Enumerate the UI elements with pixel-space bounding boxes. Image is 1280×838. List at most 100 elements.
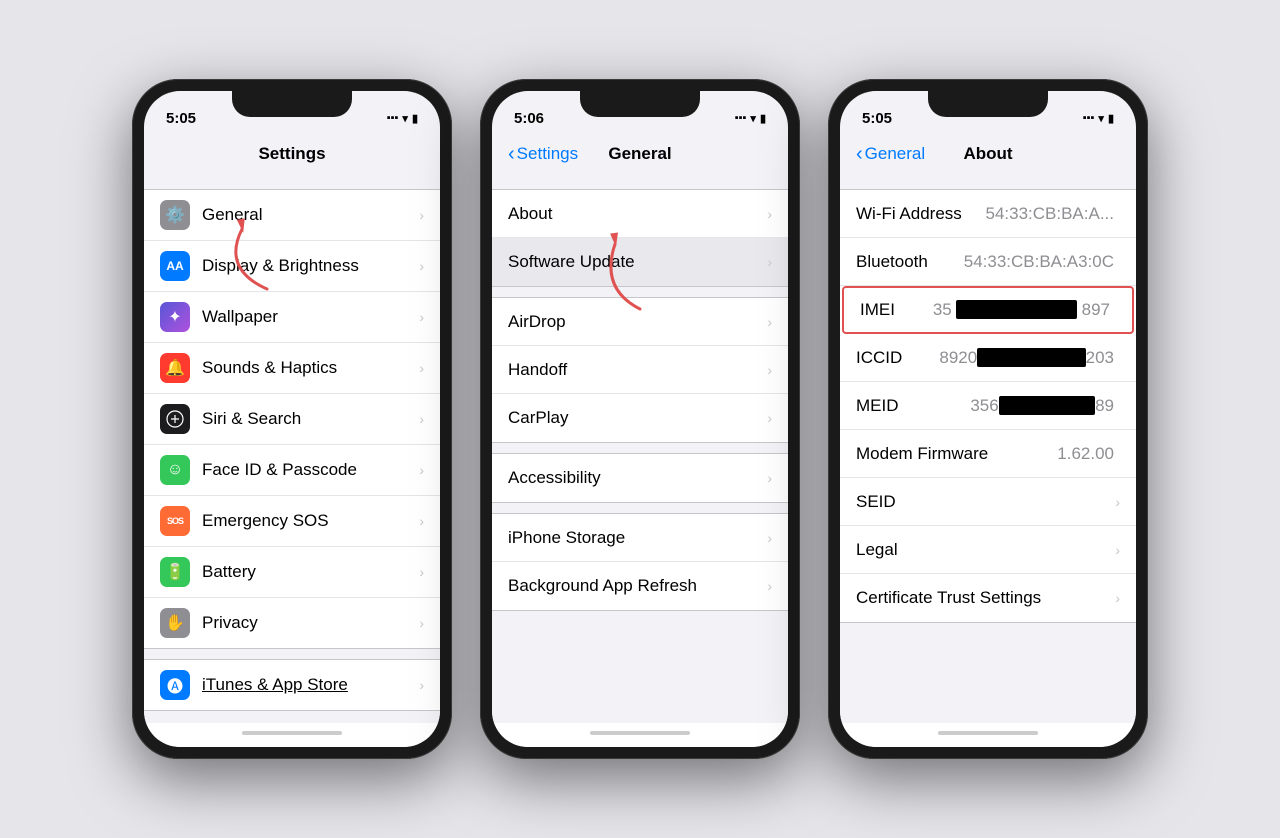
nav-bar-1: Settings (144, 135, 440, 179)
storage-chevron: › (767, 530, 772, 546)
carplay-label: CarPlay (508, 408, 767, 428)
bluetooth-label: Bluetooth (856, 252, 964, 272)
nav-title-2: General (608, 144, 671, 164)
settings-item-general[interactable]: ⚙️ General › (144, 190, 440, 241)
list-group-general-3: Accessibility › (492, 453, 788, 503)
privacy-icon: ✋ (160, 608, 190, 638)
settings-item-siri[interactable]: Siri & Search › (144, 394, 440, 445)
airdrop-chevron: › (767, 314, 772, 330)
siri-label: Siri & Search (202, 409, 419, 429)
sos-label: Emergency SOS (202, 511, 419, 531)
settings-item-battery[interactable]: 🔋 Battery › (144, 547, 440, 598)
settings-item-itunes[interactable]: 🅐 iTunes & App Store › (144, 660, 440, 710)
notch-1 (232, 91, 352, 117)
sounds-icon: 🔔 (160, 353, 190, 383)
handoff-label: Handoff (508, 360, 767, 380)
home-bar-3 (938, 731, 1038, 735)
about-row-meid: MEID 356████████89 (840, 382, 1136, 430)
airdrop-label: AirDrop (508, 312, 767, 332)
display-icon: AA (160, 251, 190, 281)
general-item-software[interactable]: Software Update › (492, 238, 788, 286)
general-item-refresh[interactable]: Background App Refresh › (492, 562, 788, 610)
modem-label: Modem Firmware (856, 444, 1057, 464)
bluetooth-value: 54:33:CB:BA:A3:0C (964, 252, 1114, 272)
carplay-chevron: › (767, 410, 772, 426)
seid-chevron: › (1115, 494, 1120, 510)
about-row-wifi: Wi-Fi Address 54:33:CB:BA:A... (840, 190, 1136, 238)
settings-item-sounds[interactable]: 🔔 Sounds & Haptics › (144, 343, 440, 394)
cert-chevron: › (1115, 590, 1120, 606)
itunes-chevron: › (419, 677, 424, 693)
storage-label: iPhone Storage (508, 528, 767, 548)
status-time-3: 5:05 (862, 110, 892, 127)
general-item-about[interactable]: About › (492, 190, 788, 238)
battery-icon-item: 🔋 (160, 557, 190, 587)
settings-item-wallpaper[interactable]: ✦ Wallpaper › (144, 292, 440, 343)
settings-item-sos[interactable]: SOS Emergency SOS › (144, 496, 440, 547)
itunes-label: iTunes & App Store (202, 675, 419, 695)
back-label-2: Settings (517, 144, 578, 164)
display-chevron: › (419, 258, 424, 274)
wallpaper-chevron: › (419, 309, 424, 325)
back-label-3: General (865, 144, 925, 164)
status-time-1: 5:05 (166, 110, 196, 127)
home-indicator-1 (144, 723, 440, 747)
software-label: Software Update (508, 252, 767, 272)
phone-1: 5:05 ▪▪▪ ▾ ▮ Settings ⚙️ General › (132, 79, 452, 759)
settings-item-privacy[interactable]: ✋ Privacy › (144, 598, 440, 648)
list-group-main: ⚙️ General › AA Display & Brightness › ✦… (144, 189, 440, 649)
notch-3 (928, 91, 1048, 117)
settings-list-3[interactable]: Wi-Fi Address 54:33:CB:BA:A... Bluetooth… (840, 179, 1136, 723)
itunes-icon: 🅐 (160, 670, 190, 700)
privacy-chevron: › (419, 615, 424, 631)
about-row-modem: Modem Firmware 1.62.00 (840, 430, 1136, 478)
screen-2: 5:06 ▪▪▪ ▾ ▮ ‹ Settings General (492, 91, 788, 747)
wifi-icon: ▾ (402, 112, 408, 125)
iccid-redacted: █████████ (977, 348, 1085, 367)
nav-bar-2: ‹ Settings General (492, 135, 788, 179)
about-label: About (508, 204, 767, 224)
status-icons-1: ▪▪▪ ▾ ▮ (387, 112, 418, 125)
nav-title-3: About (963, 144, 1012, 164)
wifi-icon-3: ▾ (1098, 112, 1104, 125)
wallpaper-label: Wallpaper (202, 307, 419, 327)
battery-icon-3: ▮ (1108, 112, 1114, 125)
settings-item-display[interactable]: AA Display & Brightness › (144, 241, 440, 292)
phone-2: 5:06 ▪▪▪ ▾ ▮ ‹ Settings General (480, 79, 800, 759)
settings-item-faceid[interactable]: ☺ Face ID & Passcode › (144, 445, 440, 496)
imei-value: 35 ██████████ 897 (933, 300, 1110, 320)
privacy-label: Privacy (202, 613, 419, 633)
settings-list-2[interactable]: About › Software Update › AirDrop › (492, 179, 788, 723)
meid-label: MEID (856, 396, 970, 416)
about-row-legal[interactable]: Legal › (840, 526, 1136, 574)
about-row-cert[interactable]: Certificate Trust Settings › (840, 574, 1136, 622)
general-item-carplay[interactable]: CarPlay › (492, 394, 788, 442)
settings-list-1[interactable]: ⚙️ General › AA Display & Brightness › ✦… (144, 179, 440, 723)
handoff-chevron: › (767, 362, 772, 378)
battery-chevron: › (419, 564, 424, 580)
general-item-airdrop[interactable]: AirDrop › (492, 298, 788, 346)
seid-label: SEID (856, 492, 1115, 512)
sounds-label: Sounds & Haptics (202, 358, 419, 378)
software-chevron: › (767, 254, 772, 270)
faceid-chevron: › (419, 462, 424, 478)
back-chevron-3: ‹ (856, 144, 863, 164)
legal-chevron: › (1115, 542, 1120, 558)
siri-chevron: › (419, 411, 424, 427)
general-item-handoff[interactable]: Handoff › (492, 346, 788, 394)
sos-icon: SOS (160, 506, 190, 536)
wifi-address-value: 54:33:CB:BA:A... (985, 204, 1114, 224)
list-group-general-1: About › Software Update › (492, 189, 788, 287)
about-row-bluetooth: Bluetooth 54:33:CB:BA:A3:0C (840, 238, 1136, 286)
nav-back-general[interactable]: ‹ General (856, 144, 925, 164)
accessibility-label: Accessibility (508, 468, 767, 488)
general-item-accessibility[interactable]: Accessibility › (492, 454, 788, 502)
accessibility-chevron: › (767, 470, 772, 486)
status-icons-2: ▪▪▪ ▾ ▮ (735, 112, 766, 125)
signal-icon-3: ▪▪▪ (1083, 112, 1095, 124)
legal-label: Legal (856, 540, 1115, 560)
general-item-storage[interactable]: iPhone Storage › (492, 514, 788, 562)
faceid-icon: ☺ (160, 455, 190, 485)
about-row-seid[interactable]: SEID › (840, 478, 1136, 526)
nav-back-settings[interactable]: ‹ Settings (508, 144, 578, 164)
